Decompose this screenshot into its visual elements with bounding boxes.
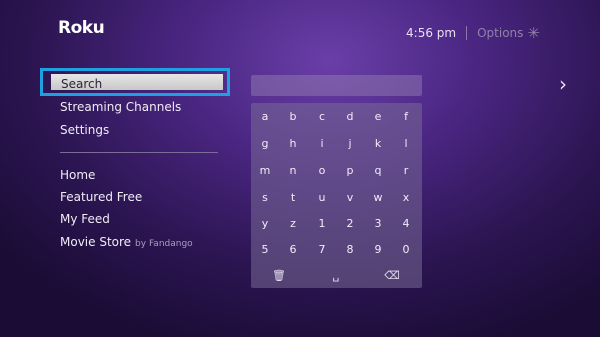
key-9[interactable]: 9 xyxy=(364,236,392,262)
menu-item-streaming-channels[interactable]: Streaming Channels xyxy=(60,100,181,114)
key-o[interactable]: o xyxy=(308,157,336,183)
key-7[interactable]: 7 xyxy=(308,236,336,262)
space-icon[interactable]: ␣ xyxy=(322,262,350,288)
menu-item-search[interactable]: Search xyxy=(40,68,230,96)
key-2[interactable]: 2 xyxy=(336,210,364,236)
key-c[interactable]: c xyxy=(308,103,336,129)
fandango-label: by Fandango xyxy=(135,239,193,249)
key-4[interactable]: 4 xyxy=(392,210,420,236)
key-d[interactable]: d xyxy=(336,103,364,129)
key-v[interactable]: v xyxy=(336,184,364,210)
menu-item-search-label: Search xyxy=(61,77,103,91)
trash-icon[interactable]: 🗑 xyxy=(265,262,293,288)
clock-time: 4:56 pm xyxy=(406,26,457,40)
menu-divider xyxy=(60,152,218,153)
key-8[interactable]: 8 xyxy=(336,236,364,262)
key-a[interactable]: a xyxy=(251,103,279,129)
key-g[interactable]: g xyxy=(251,130,279,156)
key-3[interactable]: 3 xyxy=(364,210,392,236)
top-bar: 4:56 pm Options ✳ xyxy=(406,24,540,42)
key-q[interactable]: q xyxy=(364,157,392,183)
key-e[interactable]: e xyxy=(364,103,392,129)
menu-item-featured-free[interactable]: Featured Free xyxy=(60,190,142,204)
menu-item-home[interactable]: Home xyxy=(60,168,95,182)
key-r[interactable]: r xyxy=(392,157,420,183)
key-x[interactable]: x xyxy=(392,184,420,210)
key-p[interactable]: p xyxy=(336,157,364,183)
key-z[interactable]: z xyxy=(279,210,307,236)
key-n[interactable]: n xyxy=(279,157,307,183)
key-0[interactable]: 0 xyxy=(392,236,420,262)
movie-store-label: Movie Store xyxy=(60,235,132,249)
chevron-right-icon[interactable]: › xyxy=(556,72,570,96)
key-f[interactable]: f xyxy=(392,103,420,129)
key-l[interactable]: l xyxy=(392,130,420,156)
menu-item-my-feed[interactable]: My Feed xyxy=(60,212,110,226)
key-5[interactable]: 5 xyxy=(251,236,279,262)
header-divider xyxy=(466,26,468,40)
backspace-icon[interactable]: ⌫ xyxy=(378,262,406,288)
key-b[interactable]: b xyxy=(279,103,307,129)
on-screen-keyboard: a b c d e f g h i j k l m n o p q r s t u v w x y z 1 2 3 4 5 6 7 8 9 0 🗑 ␣ ⌫ xyxy=(251,103,422,288)
key-i[interactable]: i xyxy=(308,130,336,156)
key-s[interactable]: s xyxy=(251,184,279,210)
menu-item-settings[interactable]: Settings xyxy=(60,123,109,137)
key-j[interactable]: j xyxy=(336,130,364,156)
key-t[interactable]: t xyxy=(279,184,307,210)
options-label[interactable]: Options xyxy=(477,26,523,40)
menu-item-movie-store[interactable]: Movie Store by Fandango xyxy=(60,235,193,249)
key-m[interactable]: m xyxy=(251,157,279,183)
key-1[interactable]: 1 xyxy=(308,210,336,236)
asterisk-icon[interactable]: ✳ xyxy=(527,24,540,42)
key-u[interactable]: u xyxy=(308,184,336,210)
key-y[interactable]: y xyxy=(251,210,279,236)
key-w[interactable]: w xyxy=(364,184,392,210)
roku-logo: Roku xyxy=(58,18,105,38)
key-6[interactable]: 6 xyxy=(279,236,307,262)
key-k[interactable]: k xyxy=(364,130,392,156)
search-input[interactable] xyxy=(251,75,422,96)
key-h[interactable]: h xyxy=(279,130,307,156)
